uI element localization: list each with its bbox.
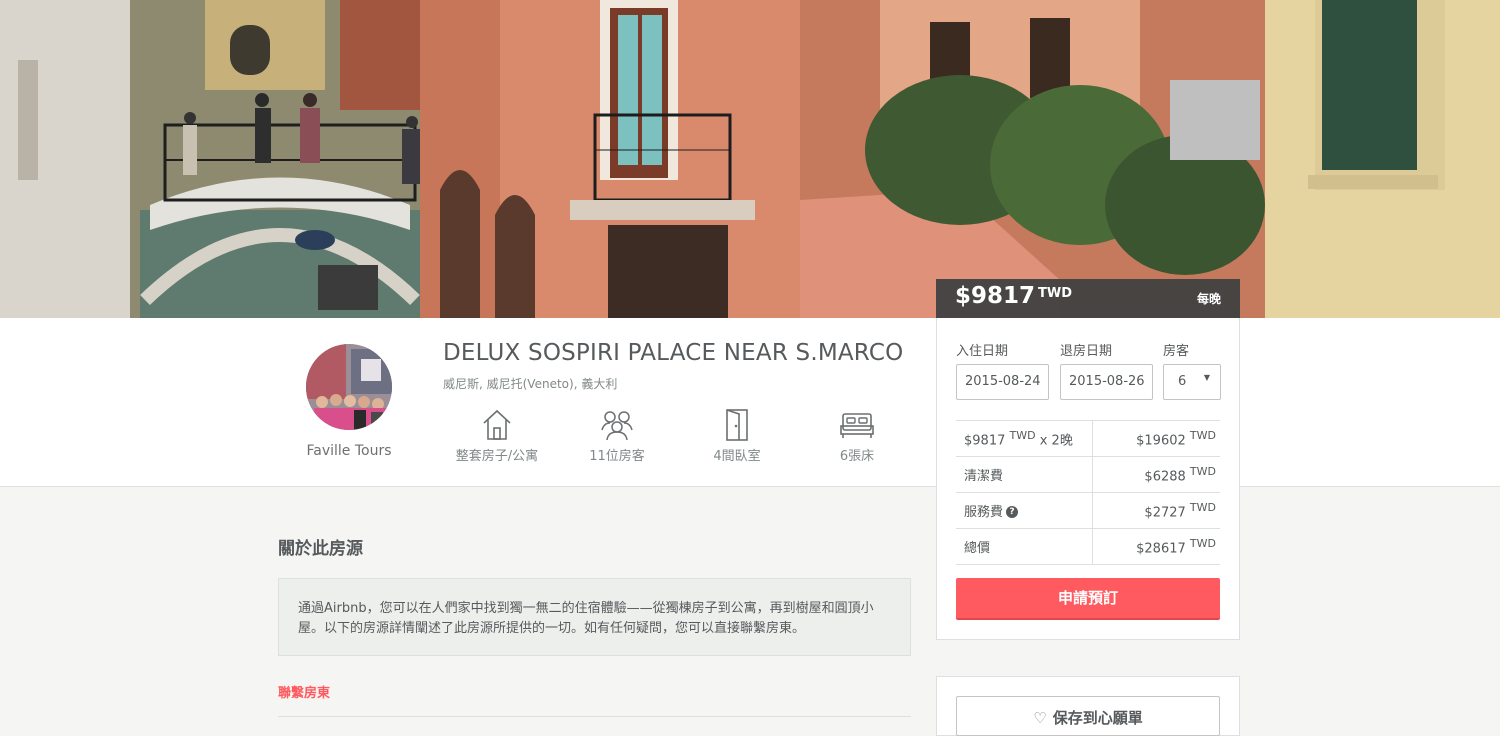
amount: $6288 bbox=[1144, 469, 1186, 485]
currency-code: TWD bbox=[1189, 536, 1216, 550]
amenity-label: 4間臥室 bbox=[713, 449, 761, 464]
nightly-rate: $9817 bbox=[964, 433, 1006, 449]
nightly-subtotal-label: $9817 TWD x 2晚 bbox=[956, 420, 1093, 457]
guests-select[interactable]: 6 ▼ bbox=[1163, 364, 1221, 400]
divider bbox=[278, 716, 911, 717]
total-value: $28617 TWD bbox=[1092, 528, 1220, 565]
nightly-price-currency: TWD bbox=[1038, 286, 1073, 301]
cleaning-fee-label: 清潔費 bbox=[956, 456, 1093, 493]
amenity-label: 整套房子/公寓 bbox=[455, 449, 539, 464]
amenity-beds: 6張床 bbox=[797, 408, 917, 464]
table-row: $9817 TWD x 2晚 $19602 TWD bbox=[956, 420, 1220, 457]
service-fee-value: $2727 TWD bbox=[1092, 492, 1220, 529]
amenity-label: 6張床 bbox=[839, 449, 875, 464]
house-icon bbox=[437, 408, 557, 442]
amenity-guests: 11位房客 bbox=[557, 408, 677, 464]
currency-code: TWD bbox=[1189, 500, 1216, 514]
cleaning-fee-value: $6288 TWD bbox=[1092, 456, 1220, 493]
nightly-price-header: $9817 TWD 每晚 bbox=[936, 279, 1240, 318]
currency-code: TWD bbox=[1189, 428, 1216, 442]
about-description: 通過Airbnb，您可以在人們家中找到獨一無二的住宿體驗——從獨棟房子到公寓，再… bbox=[278, 578, 911, 656]
nightly-subtotal-value: $19602 TWD bbox=[1092, 420, 1220, 457]
host-name[interactable]: Faville Tours bbox=[290, 443, 408, 459]
amount: $28617 bbox=[1136, 541, 1186, 557]
bed-icon bbox=[797, 408, 917, 442]
table-row: 服務費? $2727 TWD bbox=[956, 492, 1220, 529]
about-heading: 關於此房源 bbox=[278, 539, 363, 559]
amenity-bedrooms: 4間臥室 bbox=[677, 408, 797, 464]
table-row: 清潔費 $6288 TWD bbox=[956, 456, 1220, 493]
checkin-date-value: 2015-08-24 bbox=[965, 374, 1041, 389]
per-night-label: 每晚 bbox=[1196, 292, 1221, 306]
currency-code: TWD bbox=[1189, 464, 1216, 478]
save-to-wishlist-label: 保存到心願單 bbox=[1052, 709, 1143, 727]
checkout-label: 退房日期 bbox=[1060, 344, 1113, 359]
question-icon[interactable]: ? bbox=[1006, 505, 1019, 518]
checkout-date-value: 2015-08-26 bbox=[1069, 374, 1145, 389]
table-row: 總價 $28617 TWD bbox=[956, 528, 1220, 565]
contact-host-link[interactable]: 聯繫房東 bbox=[278, 682, 330, 701]
nights-multiplier: x 2晚 bbox=[1039, 433, 1073, 449]
price-breakdown-table: $9817 TWD x 2晚 $19602 TWD 清潔費 $6288 TWD … bbox=[956, 420, 1220, 565]
service-fee-text: 服務費 bbox=[964, 505, 1004, 520]
amount: $19602 bbox=[1136, 433, 1186, 449]
currency-code: TWD bbox=[1009, 428, 1036, 442]
listing-location[interactable]: 威尼斯, 威尼托(Veneto), 義大利 bbox=[443, 375, 617, 392]
request-booking-button[interactable]: 申請預訂 bbox=[956, 578, 1220, 620]
guests-icon bbox=[557, 408, 677, 442]
caret-down-icon: ▼ bbox=[1203, 373, 1210, 382]
checkin-label: 入住日期 bbox=[956, 344, 1009, 359]
service-fee-label: 服務費? bbox=[956, 492, 1093, 529]
hero-photo bbox=[0, 0, 1500, 318]
total-label: 總價 bbox=[956, 528, 1093, 565]
door-icon bbox=[677, 408, 797, 442]
checkin-date-input[interactable]: 2015-08-24 bbox=[956, 364, 1049, 400]
save-to-wishlist-button[interactable]: ♡ 保存到心願單 bbox=[956, 696, 1220, 736]
guests-select-value: 6 bbox=[1178, 374, 1187, 389]
guests-label: 房客 bbox=[1163, 344, 1190, 359]
amenity-label: 11位房客 bbox=[589, 449, 645, 464]
checkout-date-input[interactable]: 2015-08-26 bbox=[1060, 364, 1153, 400]
amenity-room-type: 整套房子/公寓 bbox=[437, 408, 557, 464]
wishlist-card: ♡ 保存到心願單 bbox=[936, 676, 1240, 736]
nightly-price: $9817 bbox=[955, 283, 1036, 309]
host-avatar[interactable] bbox=[306, 344, 392, 430]
amount: $2727 bbox=[1144, 505, 1186, 521]
heart-icon: ♡ bbox=[1033, 709, 1047, 727]
booking-panel: 入住日期 退房日期 房客 2015-08-24 2015-08-26 6 ▼ $9… bbox=[936, 318, 1240, 640]
listing-title: DELUX SOSPIRI PALACE NEAR S.MARCO bbox=[443, 340, 904, 366]
